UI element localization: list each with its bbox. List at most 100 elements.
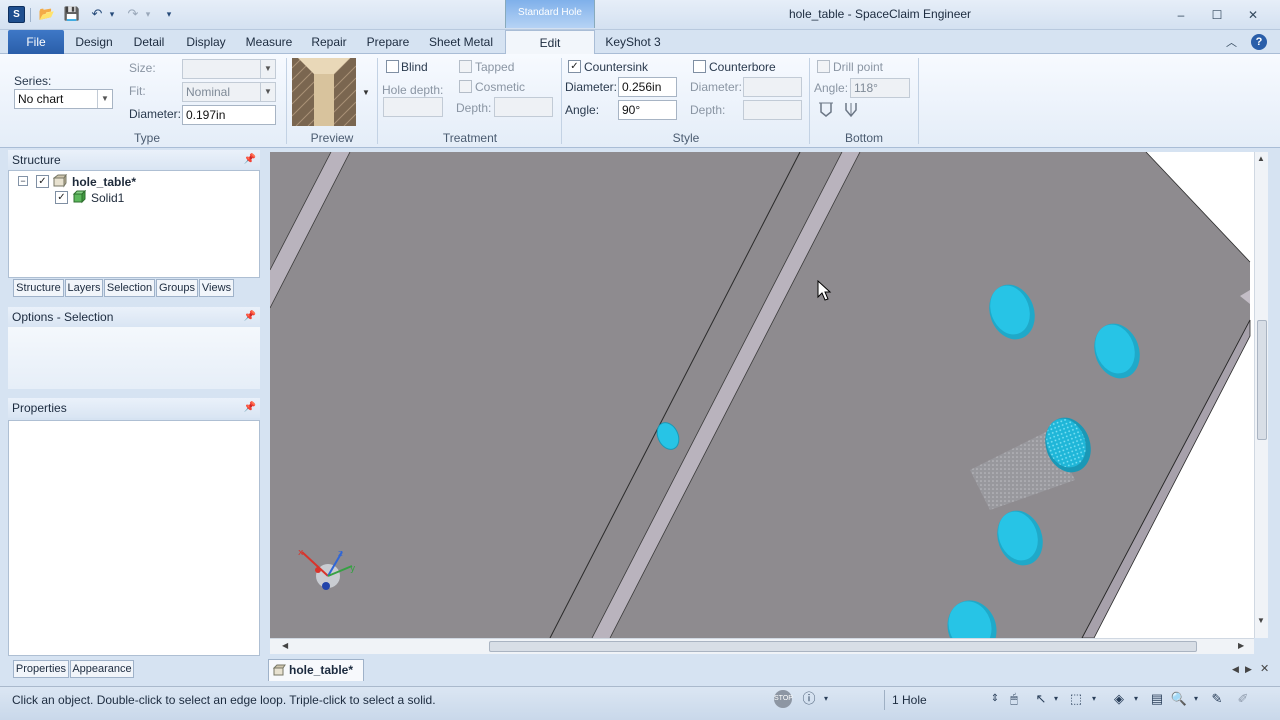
tree-root-label[interactable]: hole_table* [72,175,136,189]
3d-viewport[interactable]: x z y [270,152,1254,638]
countersink-angle-input[interactable]: 90° [618,100,677,120]
redo-icon[interactable]: ↷ [124,5,142,23]
root-visibility-checkbox[interactable]: ✓ [36,175,49,188]
tapped-checkbox[interactable] [459,60,472,73]
redo-dropdown-icon[interactable]: ▾ [142,5,154,23]
select-cursor-icon[interactable]: 🖱 [1005,690,1023,708]
options-panel-body [8,327,260,389]
layers-icon[interactable]: ▤ [1148,690,1166,708]
tab-scroll-left-icon[interactable]: ◀ [1232,664,1239,675]
stop-icon[interactable]: STOP [774,690,793,708]
zoom-dropdown-icon[interactable]: ▾ [1190,690,1202,708]
scroll-left-icon[interactable]: ◀ [282,641,288,650]
tab-keyshot[interactable]: KeyShot 3 [598,30,668,54]
info-icon[interactable]: ⓘ [800,690,818,708]
counterbore-checkbox[interactable] [693,60,706,73]
size-select[interactable]: ▼ [182,59,276,79]
save-icon[interactable]: 💾 [63,5,81,23]
preview-dropdown-icon[interactable]: ▼ [362,88,370,97]
model-canvas[interactable]: x z y [270,152,1254,638]
counterbore-depth-input[interactable] [743,100,802,120]
cycle-selection-icon[interactable]: ⇕ [988,690,1002,708]
tab-file[interactable]: File [8,30,64,54]
vertical-scrollbar[interactable]: ▲ ▼ [1254,152,1268,638]
treatment-group-label: Treatment [442,131,498,145]
counterbore-diameter-input[interactable] [743,77,802,97]
style-group-label: Style [672,131,700,145]
plate-face [270,152,1250,638]
close-window-button[interactable]: ✕ [1236,4,1270,26]
tab-scroll-right-icon[interactable]: ▶ [1245,664,1252,675]
status-separator [884,690,885,710]
undo-dropdown-icon[interactable]: ▾ [106,5,118,23]
diameter-input[interactable]: 0.197in [182,105,276,125]
tab-prepare[interactable]: Prepare [358,30,418,54]
tab-design[interactable]: Design [68,30,120,54]
design-icon [52,173,67,188]
tab-structure[interactable]: Structure [13,279,64,297]
hole-preview-image[interactable] [291,57,357,127]
bottom-angle-input[interactable]: 118° [850,78,910,98]
flat-bottom-icon[interactable] [817,100,835,118]
collapse-ribbon-icon[interactable]: ︿ [1226,34,1237,50]
pin-icon[interactable]: 📌 [244,150,256,170]
collapse-node-icon[interactable]: − [18,176,28,186]
scroll-up-icon[interactable]: ▲ [1257,154,1265,163]
selection-mode-icon[interactable]: ↖ [1032,690,1050,708]
solid-visibility-checkbox[interactable]: ✓ [55,191,68,204]
cosmetic-checkbox[interactable] [459,80,472,93]
tab-measure[interactable]: Measure [238,30,300,54]
horizontal-scroll-thumb[interactable] [489,641,1197,652]
angled-bottom-icon[interactable] [842,100,860,118]
pin-icon[interactable]: 📌 [244,307,256,327]
tab-appearance[interactable]: Appearance [70,660,134,678]
scroll-right-icon[interactable]: ▶ [1238,641,1244,650]
minimize-button[interactable]: – [1164,4,1198,26]
display-style-icon[interactable]: ◈ [1110,690,1128,708]
countersink-checkbox[interactable]: ✓ [568,60,581,73]
countersink-diameter-input[interactable]: 0.256in [618,77,677,97]
drill-point-checkbox[interactable] [817,60,830,73]
info-dropdown-icon[interactable]: ▾ [820,690,832,708]
sketch-icon[interactable]: ✐ [1234,690,1252,708]
maximize-button[interactable]: ☐ [1200,4,1234,26]
vertical-scroll-thumb[interactable] [1257,320,1267,440]
countersink-diameter-label: Diameter: [565,80,618,94]
tab-selection[interactable]: Selection [104,279,155,297]
tab-sheet-metal[interactable]: Sheet Metal [422,30,500,54]
close-document-icon[interactable]: ✕ [1260,662,1269,675]
svg-text:x: x [298,548,304,558]
title-bar [0,0,1280,30]
tab-groups[interactable]: Groups [156,279,198,297]
scroll-down-icon[interactable]: ▼ [1257,616,1265,625]
customize-qat-icon[interactable]: ▾ [162,5,176,23]
tab-layers[interactable]: Layers [65,279,103,297]
tab-views[interactable]: Views [199,279,234,297]
treatment-depth-input[interactable] [494,97,553,117]
bottom-group-label: Bottom [844,131,883,145]
blind-checkbox[interactable] [386,60,399,73]
tab-properties[interactable]: Properties [13,660,69,678]
selection-mode-dropdown-icon[interactable]: ▾ [1050,690,1062,708]
tab-edit[interactable]: Edit [505,30,595,55]
counterbore-label: Counterbore [709,60,776,74]
series-select[interactable]: No chart ▼ [14,89,113,109]
pin-icon[interactable]: 📌 [244,398,256,418]
help-icon[interactable]: ? [1251,34,1267,50]
tab-repair[interactable]: Repair [304,30,354,54]
box-select-dropdown-icon[interactable]: ▾ [1088,690,1100,708]
zoom-icon[interactable]: 🔍 [1170,690,1188,708]
display-style-dropdown-icon[interactable]: ▾ [1130,690,1142,708]
document-tab[interactable]: hole_table* ✕ [268,659,364,697]
hole-depth-input[interactable] [383,97,443,117]
pen-icon[interactable]: ✎ [1208,690,1226,708]
undo-icon[interactable]: ↶ [88,5,106,23]
horizontal-scrollbar[interactable]: ◀ ▶ [270,638,1254,654]
box-select-icon[interactable]: ⬚ [1067,690,1085,708]
fit-select[interactable]: Nominal ▼ [182,82,276,102]
open-icon[interactable]: 📂 [38,5,56,23]
tab-detail[interactable]: Detail [124,30,174,54]
app-icon[interactable]: S [8,6,25,23]
tree-solid-label[interactable]: Solid1 [91,191,124,205]
tab-display[interactable]: Display [178,30,234,54]
